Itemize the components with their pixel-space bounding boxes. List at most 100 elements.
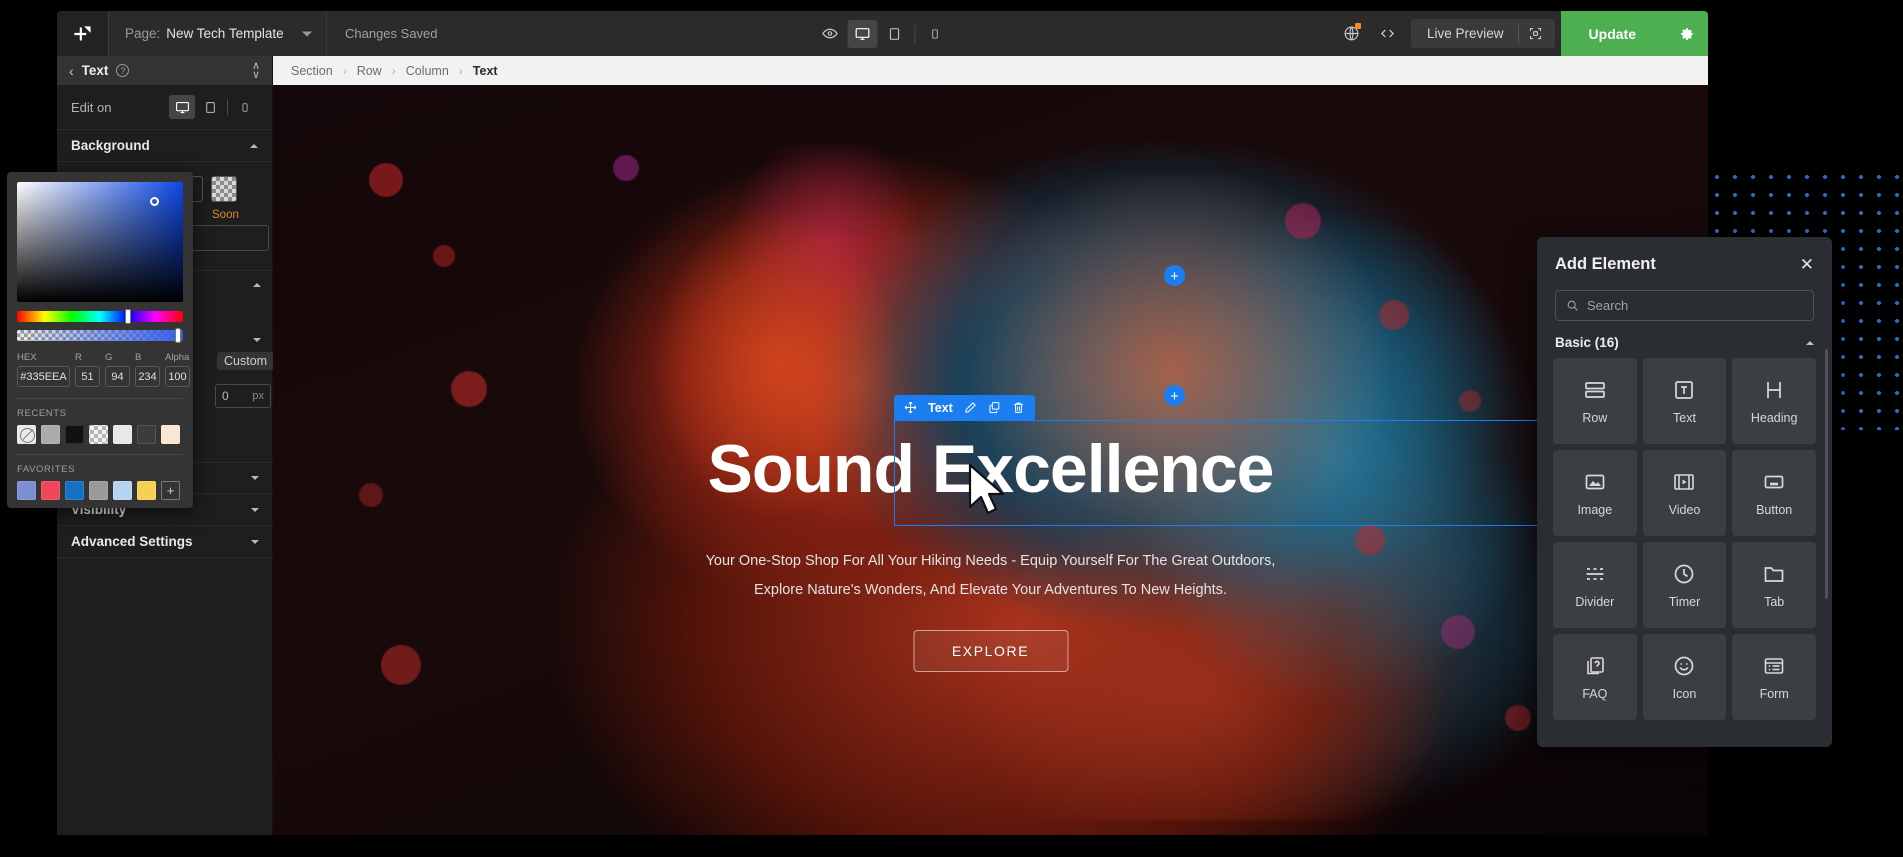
- recent-swatch-transparent[interactable]: [89, 425, 108, 444]
- breadcrumb-item-text[interactable]: Text: [473, 64, 498, 78]
- page-label: Page:: [125, 26, 160, 41]
- panel-back-button[interactable]: ‹: [69, 64, 74, 78]
- alpha-slider[interactable]: [17, 330, 183, 341]
- trash-icon[interactable]: [1012, 401, 1025, 414]
- breadcrumb-item-column[interactable]: Column: [406, 64, 449, 78]
- add-favorite-button[interactable]: +: [161, 481, 180, 500]
- settings-button[interactable]: [1664, 11, 1708, 56]
- qr-expand-button[interactable]: [1519, 26, 1553, 41]
- chevron-down-icon: [251, 508, 259, 512]
- recent-swatch[interactable]: [41, 425, 60, 444]
- hero-paragraph[interactable]: Your One-Stop Shop For All Your Hiking N…: [681, 547, 1301, 605]
- help-icon[interactable]: ?: [116, 64, 129, 77]
- element-tile-video[interactable]: Video: [1643, 450, 1727, 536]
- favorite-swatch[interactable]: [137, 481, 156, 500]
- saturation-knob[interactable]: [150, 197, 159, 206]
- live-preview-group: Live Preview: [1411, 19, 1555, 48]
- g-input[interactable]: 94: [105, 366, 130, 387]
- faq-icon: [1583, 654, 1607, 678]
- breadcrumb-item-section[interactable]: Section: [291, 64, 333, 78]
- element-tile-image[interactable]: Image: [1553, 450, 1637, 536]
- element-tile-divider[interactable]: Divider: [1553, 542, 1637, 628]
- update-button[interactable]: Update: [1561, 11, 1664, 56]
- custom-option[interactable]: Custom: [217, 352, 274, 370]
- favorite-swatch[interactable]: [41, 481, 60, 500]
- tablet-icon: [204, 100, 217, 115]
- element-tile-text[interactable]: Text: [1643, 358, 1727, 444]
- hue-slider-knob[interactable]: [125, 309, 131, 324]
- page-selector[interactable]: Page: New Tech Template: [109, 11, 327, 56]
- panel-collapse-button[interactable]: ∧∨: [252, 62, 260, 80]
- viewport-tablet-button[interactable]: [879, 20, 909, 48]
- chevron-down-icon: [253, 338, 261, 342]
- hex-input[interactable]: #335EEA: [17, 366, 70, 387]
- add-element-title: Add Element: [1555, 255, 1656, 274]
- saturation-value-field[interactable]: [17, 182, 183, 302]
- globe-badge: [1355, 23, 1361, 29]
- recent-swatch[interactable]: [113, 425, 132, 444]
- gear-icon: [1678, 25, 1695, 42]
- section-background[interactable]: Background: [57, 130, 272, 162]
- breadcrumb-item-row[interactable]: Row: [357, 64, 382, 78]
- section-advanced-settings[interactable]: Advanced Settings: [57, 526, 273, 558]
- panel-scrollbar[interactable]: [1825, 349, 1828, 599]
- globe-button[interactable]: [1333, 11, 1369, 56]
- favorite-swatch[interactable]: [89, 481, 108, 500]
- element-tile-heading[interactable]: Heading: [1732, 358, 1816, 444]
- element-tile-faq[interactable]: FAQ: [1553, 634, 1637, 720]
- alpha-field-group: Alpha 100: [165, 352, 190, 387]
- add-element-handle-top[interactable]: +: [1164, 265, 1185, 286]
- favorite-swatch[interactable]: [65, 481, 84, 500]
- element-tile-form[interactable]: Form: [1732, 634, 1816, 720]
- b-label: B: [135, 352, 160, 363]
- search-icon: [1566, 299, 1579, 312]
- add-element-handle-bottom[interactable]: +: [1164, 385, 1185, 406]
- edit-on-desktop-button[interactable]: [169, 95, 195, 119]
- search-input[interactable]: Search: [1555, 290, 1814, 321]
- favorites-divider: [17, 454, 183, 455]
- r-field-group: R 51: [75, 352, 100, 387]
- recent-swatch-none[interactable]: [17, 425, 36, 444]
- element-selection-toolbar: Text: [894, 395, 1035, 420]
- radius-px-input[interactable]: 0 px: [215, 384, 271, 408]
- viewport-desktop-button[interactable]: [847, 20, 877, 48]
- breadcrumb-separator: ›: [459, 64, 463, 78]
- recent-swatch[interactable]: [65, 425, 84, 444]
- recent-swatch[interactable]: [161, 425, 180, 444]
- eye-icon: [822, 25, 839, 42]
- transparent-swatch-button[interactable]: [211, 176, 237, 202]
- move-icon[interactable]: [904, 401, 917, 414]
- recent-swatch[interactable]: [137, 425, 156, 444]
- element-tile-icon[interactable]: Icon: [1643, 634, 1727, 720]
- favorite-swatch[interactable]: [113, 481, 132, 500]
- timer-icon: [1672, 562, 1696, 586]
- alpha-slider-knob[interactable]: [175, 328, 181, 343]
- element-tile-button[interactable]: Button: [1732, 450, 1816, 536]
- live-preview-button[interactable]: Live Preview: [1413, 26, 1518, 41]
- editor-canvas[interactable]: Sound Excellence Your One-Stop Shop For …: [273, 85, 1708, 835]
- edit-on-tablet-button[interactable]: [197, 95, 223, 119]
- screen-root: Page: New Tech Template Changes Saved: [0, 0, 1903, 857]
- category-basic-header[interactable]: Basic (16): [1537, 321, 1832, 358]
- edit-on-mobile-button[interactable]: [232, 95, 258, 119]
- hue-slider[interactable]: [17, 311, 183, 322]
- b-input[interactable]: 234: [135, 366, 160, 387]
- category-basic-label: Basic (16): [1555, 335, 1619, 350]
- explore-button[interactable]: EXPLORE: [913, 630, 1068, 672]
- app-logo-button[interactable]: [57, 11, 109, 56]
- preview-eye-button[interactable]: [815, 20, 845, 48]
- recents-label: RECENTS: [17, 408, 183, 419]
- element-tile-row[interactable]: Row: [1553, 358, 1637, 444]
- r-input[interactable]: 51: [75, 366, 100, 387]
- element-tile-tab[interactable]: Tab: [1732, 542, 1816, 628]
- viewport-mobile-button[interactable]: [920, 20, 950, 48]
- element-tile-timer[interactable]: Timer: [1643, 542, 1727, 628]
- duplicate-icon[interactable]: [988, 401, 1001, 414]
- chevron-up-icon: [1806, 341, 1814, 345]
- desktop-icon: [175, 100, 190, 115]
- pencil-icon[interactable]: [964, 401, 977, 414]
- code-view-button[interactable]: [1369, 11, 1405, 56]
- alpha-input[interactable]: 100: [165, 366, 190, 387]
- favorite-swatch[interactable]: [17, 481, 36, 500]
- close-icon[interactable]: ✕: [1800, 256, 1814, 273]
